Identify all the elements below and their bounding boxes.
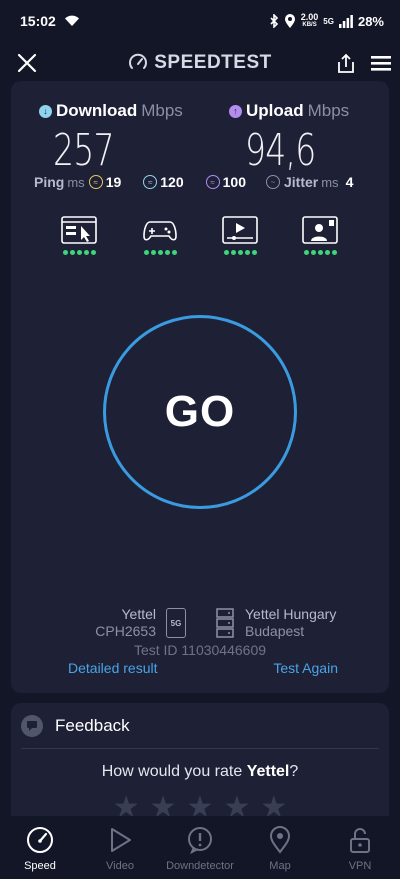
wifi-icon — [64, 15, 79, 26]
status-bar: 15:02 2.00 KB/S 5G 28% — [0, 0, 400, 42]
upload-unit: Mbps — [307, 101, 350, 120]
download-value: 257 — [53, 125, 114, 176]
nav-vpn[interactable]: VPN — [320, 816, 400, 879]
result-actions: Detailed result Test Again — [68, 660, 338, 676]
browsing-rating[interactable] — [59, 216, 99, 255]
upload-metric: ↑ Upload Mbps 94,6 — [229, 101, 349, 176]
map-pin-icon — [269, 826, 291, 854]
upload-label: Upload — [246, 101, 304, 120]
video-streaming-icon — [222, 216, 258, 244]
nav-video[interactable]: Video — [80, 816, 160, 879]
gaming-rating[interactable] — [140, 216, 180, 255]
rating-subject: Yettel — [246, 763, 290, 780]
location-icon — [284, 13, 295, 28]
share-icon[interactable] — [334, 52, 358, 76]
ping-unit: ms — [67, 174, 85, 190]
rating-question: How would you rate Yettel? — [101, 763, 299, 780]
upload-arrow-icon: ↑ — [229, 104, 242, 118]
server-info[interactable]: Yettel Hungary Budapest — [245, 606, 336, 640]
browsing-rating-dots — [62, 250, 96, 255]
download-arrow-icon: ↓ — [39, 104, 52, 118]
gaming-rating-dots — [143, 250, 177, 255]
test-id: Test ID 11030446609 — [133, 642, 267, 658]
feedback-chat-icon — [21, 714, 43, 737]
jitter-icon: ~ — [265, 175, 280, 189]
jitter-unit: ms — [321, 174, 339, 190]
nav-speed[interactable]: Speed — [0, 816, 80, 879]
test-again-link[interactable]: Test Again — [273, 660, 338, 676]
download-unit: Mbps — [141, 101, 183, 120]
network-type: 5G — [323, 16, 334, 26]
download-latency-icon: ≈ — [143, 175, 158, 189]
jitter-value: 4 — [345, 174, 354, 190]
signal-icon — [338, 14, 353, 28]
bluetooth-icon — [270, 14, 278, 28]
server-icon — [216, 608, 234, 638]
nav-downdetector[interactable]: Downdetector — [160, 816, 240, 879]
clock: 15:02 — [20, 13, 56, 29]
battery-level: 28% — [357, 13, 384, 29]
download-metric: ↓ Download Mbps 257 — [39, 101, 183, 176]
video-call-icon — [302, 216, 338, 244]
menu-icon[interactable] — [370, 53, 392, 73]
idle-latency-icon: ≈ — [88, 175, 103, 189]
top-app-bar: SPEEDTEST — [0, 42, 400, 82]
speedtest-logo-icon — [129, 53, 148, 69]
provider-info[interactable]: Yettel CPH2653 — [94, 606, 156, 640]
nav-vpn-label: VPN — [348, 860, 372, 872]
nav-map-label: Map — [269, 860, 291, 872]
bottom-navigation: Speed Video Downdetector Map VPN — [0, 816, 400, 879]
nav-speed-label: Speed — [24, 860, 56, 872]
feedback-card: Feedback How would you rate Yettel? ★ ★ … — [11, 703, 389, 833]
streaming-rating[interactable] — [220, 216, 260, 255]
upload-latency-value: 100 — [222, 174, 246, 190]
idle-latency-value: 19 — [105, 174, 122, 190]
speedometer-icon — [27, 827, 53, 853]
streaming-rating-dots — [223, 250, 257, 255]
download-latency-value: 120 — [160, 174, 184, 190]
feedback-title: Feedback — [55, 715, 130, 735]
feedback-header: Feedback — [21, 703, 379, 749]
result-card: ↓ Download Mbps 257 ↑ Upload Mbps 94,6 P… — [11, 81, 389, 693]
device-model: CPH2653 — [95, 623, 156, 639]
jitter-label: Jitter — [283, 174, 319, 190]
download-label: Download — [56, 101, 138, 120]
video-calls-rating-dots — [303, 250, 337, 255]
server-name: Yettel Hungary — [245, 606, 337, 622]
nav-video-label: Video — [106, 860, 134, 872]
nav-downdetector-label: Downdetector — [166, 860, 234, 872]
nav-map[interactable]: Map — [240, 816, 320, 879]
detailed-result-link[interactable]: Detailed result — [68, 660, 158, 676]
lock-icon — [350, 828, 370, 853]
video-calls-rating[interactable] — [300, 216, 340, 255]
app-title-text: SPEEDTEST — [154, 52, 272, 73]
gamepad-icon — [143, 221, 177, 241]
network-speed: 2.00 KB/S — [300, 12, 319, 29]
sim-5g-icon: 5G — [166, 608, 186, 638]
play-icon — [111, 828, 131, 852]
go-button[interactable]: GO — [103, 315, 297, 509]
server-city: Budapest — [245, 623, 305, 639]
provider-name: Yettel — [121, 606, 156, 622]
alert-icon — [188, 827, 212, 854]
ping-label: Ping — [34, 174, 65, 190]
upload-latency-icon: ≈ — [205, 175, 220, 189]
upload-value: 94,6 — [245, 125, 316, 176]
web-browsing-icon — [61, 216, 97, 244]
connection-info: Yettel CPH2653 5G Yettel Hungary Budapes… — [11, 606, 389, 678]
activity-ratings — [11, 216, 389, 261]
ping-row: Ping ms ≈ 19 ≈ 120 ≈ 100 ~ Jitter ms 4 — [34, 174, 379, 190]
